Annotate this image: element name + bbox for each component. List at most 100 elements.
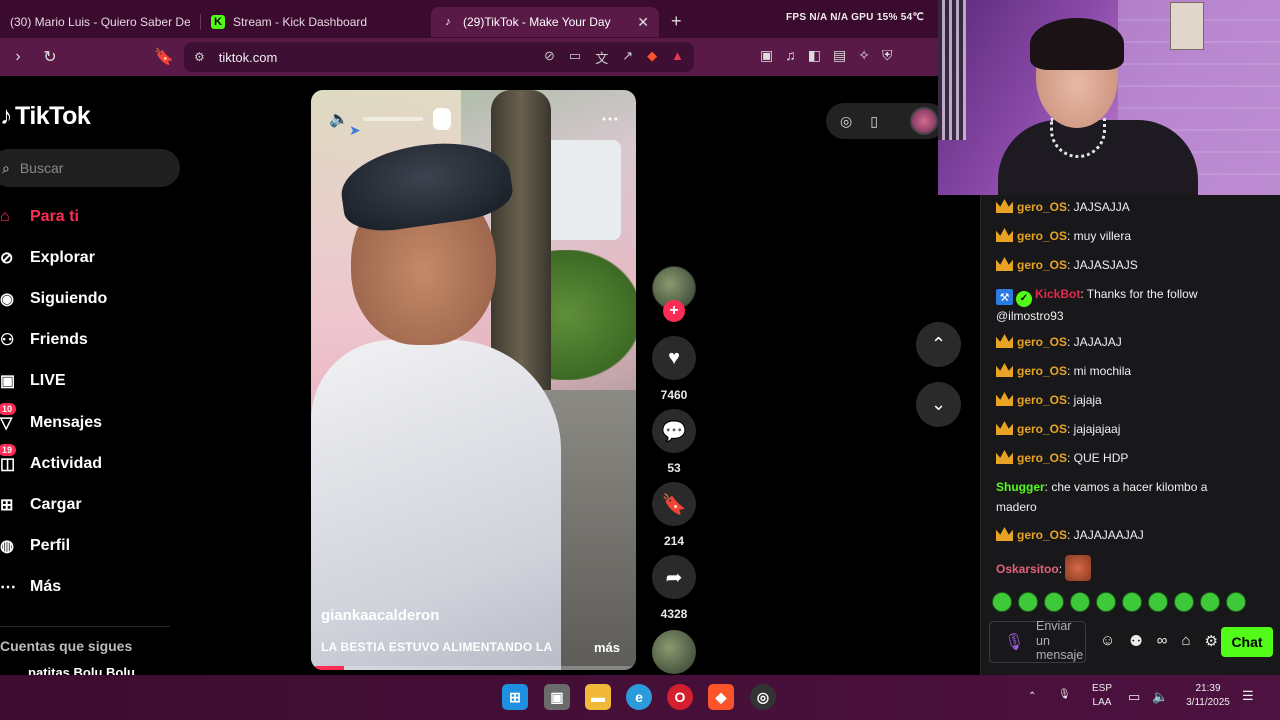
rewards-icon[interactable]: ▲ xyxy=(671,48,684,67)
sidebar-item-actividad[interactable]: ◫ 19 Actividad xyxy=(0,444,102,476)
reload-icon[interactable]: ↻ xyxy=(36,47,64,67)
previous-video-button[interactable]: ⌃ xyxy=(916,322,961,367)
emoji-icon[interactable]: ☺ xyxy=(1100,632,1115,650)
obs-icon[interactable]: ◎ xyxy=(750,684,776,710)
wallet-icon[interactable]: ▤ xyxy=(833,47,846,64)
screen: (30) Mario Luis - Quiero Saber De Ti K S… xyxy=(0,0,1280,720)
edge-icon[interactable]: e xyxy=(626,684,652,710)
music-icon[interactable]: ♫ xyxy=(785,47,796,64)
emote-icon[interactable] xyxy=(1200,592,1220,612)
video-more-icon[interactable]: ⋯ xyxy=(601,109,619,130)
language-indicator[interactable]: ESP LAA xyxy=(1089,682,1115,710)
chat-username[interactable]: gero_OS xyxy=(1017,528,1067,542)
share-button[interactable]: ➦ xyxy=(652,555,696,599)
sidebar-item-para-ti[interactable]: ⌂ Para ti xyxy=(0,205,79,229)
emote-icon[interactable] xyxy=(1044,592,1064,612)
emote-icon[interactable] xyxy=(1070,592,1090,612)
device-icon[interactable]: ▯ xyxy=(870,113,878,130)
caption-more-link[interactable]: más xyxy=(594,640,620,655)
user-avatar[interactable] xyxy=(910,107,938,135)
store-icon[interactable]: ⌂ xyxy=(1181,632,1190,650)
coin-icon[interactable]: ◎ xyxy=(840,113,852,130)
emote-icon[interactable] xyxy=(1174,592,1194,612)
task-view-icon[interactable]: ▣ xyxy=(544,684,570,710)
sidebar-icon[interactable]: ▣ xyxy=(760,47,773,64)
volume-knob[interactable] xyxy=(432,108,451,130)
sidebar-item-mensajes[interactable]: ▽ 10 Mensajes xyxy=(0,403,102,435)
emote-icon[interactable] xyxy=(1018,592,1038,612)
sidebar-item-mas[interactable]: ⋯ Más xyxy=(0,575,61,599)
start-menu-icon[interactable]: ⊞ xyxy=(502,684,528,710)
chat-username[interactable]: gero_OS xyxy=(1017,200,1067,214)
translate-icon[interactable]: 文 xyxy=(595,48,608,67)
chat-username[interactable]: gero_OS xyxy=(1017,393,1067,407)
video-progress-bar[interactable] xyxy=(311,666,636,670)
network-icon[interactable]: ▭ xyxy=(1128,690,1140,704)
notifications-icon[interactable]: ☰ xyxy=(1242,689,1254,703)
following-user[interactable]: patitas Bolu Bolu xyxy=(28,665,135,675)
settings-icon[interactable]: ⚙ xyxy=(1205,632,1218,650)
chat-username[interactable]: gero_OS xyxy=(1017,422,1067,436)
like-button[interactable]: ♥ xyxy=(652,336,696,380)
send-chat-button[interactable]: Chat xyxy=(1221,627,1273,657)
chat-username[interactable]: Oskarsitoo xyxy=(996,562,1059,576)
vpn-icon[interactable]: ⛨ xyxy=(882,47,893,64)
sidebar-item-live[interactable]: ▣ LIVE xyxy=(0,369,66,393)
volume-slider[interactable] xyxy=(362,117,423,121)
search-input[interactable]: ⌕ Buscar xyxy=(0,149,180,187)
save-button[interactable]: 🔖 xyxy=(652,482,696,526)
emote-icon[interactable] xyxy=(992,592,1012,612)
infinity-icon[interactable]: ∞ xyxy=(1157,632,1168,650)
no-tracking-icon[interactable]: ⊘ xyxy=(544,48,555,67)
emote-icon[interactable] xyxy=(1096,592,1116,612)
emote-icon[interactable] xyxy=(1148,592,1168,612)
split-view-icon[interactable]: ◧ xyxy=(808,47,821,64)
tab-youtube[interactable]: (30) Mario Luis - Quiero Saber De Ti xyxy=(0,7,200,37)
sidebar-item-friends[interactable]: ⚇ Friends xyxy=(0,328,88,352)
chat-input-placeholder: Enviar un mensaje xyxy=(1036,619,1084,662)
forward-icon[interactable]: › xyxy=(4,48,32,66)
new-tab-button[interactable]: + xyxy=(671,11,682,32)
comment-button[interactable]: 💬 xyxy=(652,409,696,453)
volume-tray-icon[interactable]: 🔈 xyxy=(1152,690,1168,704)
emote-icon[interactable] xyxy=(1226,592,1246,612)
chat-text: : JAJSAJJA xyxy=(1067,200,1130,214)
chat-username[interactable]: gero_OS xyxy=(1017,229,1067,243)
address-bar[interactable]: ⚙ tiktok.com ⊘ ▭ 文 ↗ ◆ ▲ xyxy=(184,42,694,72)
chat-username[interactable]: gero_OS xyxy=(1017,335,1067,349)
chat-username[interactable]: gero_OS xyxy=(1017,451,1067,465)
tray-mic-icon[interactable]: 🎙 xyxy=(1058,688,1071,702)
microphone-icon[interactable]: 🎙 xyxy=(1004,632,1024,652)
sidebar-item-cargar[interactable]: ⊞ Cargar xyxy=(0,493,82,517)
close-tab-icon[interactable]: ✕ xyxy=(637,14,649,31)
site-settings-icon[interactable]: ⚙ xyxy=(194,50,205,64)
cast-icon[interactable]: ▭ xyxy=(569,48,581,67)
chat-username[interactable]: KickBot xyxy=(1035,287,1080,301)
sound-avatar[interactable] xyxy=(652,630,696,674)
bookmark-icon[interactable]: 🔖 xyxy=(150,47,178,67)
brave-shield-icon[interactable]: ◆ xyxy=(647,48,657,67)
tab-kick[interactable]: K Stream - Kick Dashboard xyxy=(201,7,431,37)
share-icon[interactable]: ↗ xyxy=(622,48,633,67)
follow-plus-icon[interactable]: + xyxy=(663,300,685,322)
chat-username[interactable]: gero_OS xyxy=(1017,258,1067,272)
leo-icon[interactable]: ✧ xyxy=(858,47,870,64)
clock[interactable]: 21:39 3/11/2025 xyxy=(1180,682,1236,710)
tray-chevron-icon[interactable]: ⌃ xyxy=(1028,690,1036,704)
next-video-button[interactable]: ⌄ xyxy=(916,382,961,427)
brave-browser-icon[interactable]: ◆ xyxy=(708,684,734,710)
sidebar-item-explorar[interactable]: ⊘ Explorar xyxy=(0,246,95,270)
video-author[interactable]: giankaacalderon xyxy=(321,607,439,624)
tiktok-logo[interactable]: ♪ TikTok xyxy=(0,102,91,131)
chat-username[interactable]: Shugger xyxy=(996,480,1045,494)
sidebar-item-siguiendo[interactable]: ◉ Siguiendo xyxy=(0,287,107,311)
file-explorer-icon[interactable]: ▬ xyxy=(585,684,611,710)
emote-icon[interactable] xyxy=(1122,592,1142,612)
video-player[interactable]: 🔈 ⋯ ➤ giankaacalderon LA BESTIA ESTUVO A… xyxy=(311,90,636,670)
volume-icon[interactable]: 🔈 xyxy=(329,109,349,129)
sidebar-item-perfil[interactable]: ◍ Perfil xyxy=(0,534,70,558)
opera-icon[interactable]: O xyxy=(667,684,693,710)
chat-username[interactable]: gero_OS xyxy=(1017,364,1067,378)
users-icon[interactable]: ⚉ xyxy=(1129,632,1142,650)
tab-tiktok[interactable]: ♪ (29)TikTok - Make Your Day ✕ xyxy=(431,7,659,37)
